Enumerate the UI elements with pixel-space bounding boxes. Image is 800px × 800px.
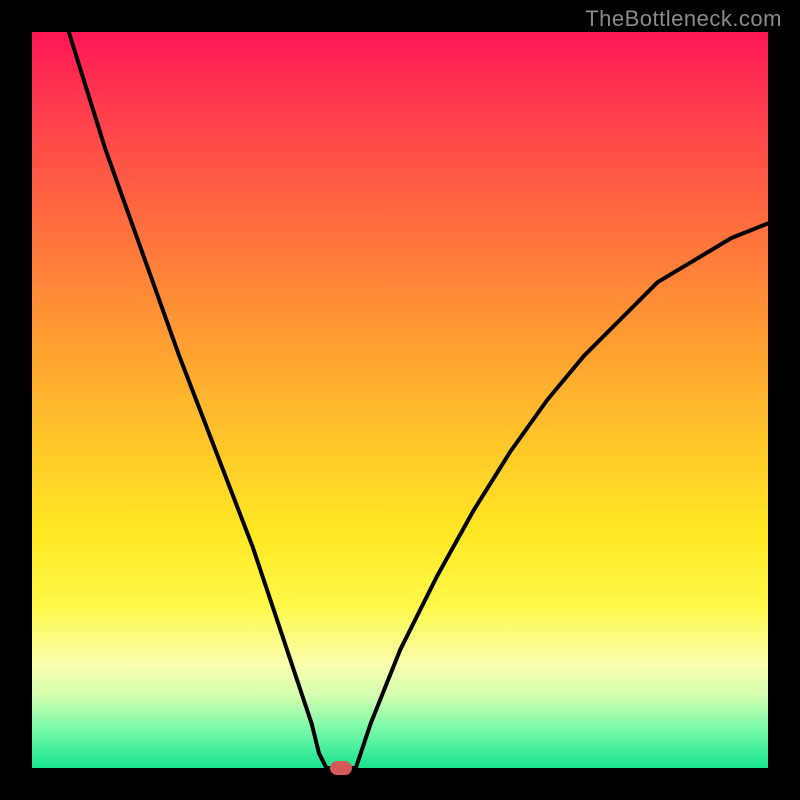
chart-frame: TheBottleneck.com bbox=[0, 0, 800, 800]
curve-path bbox=[69, 32, 768, 768]
minimum-marker bbox=[330, 761, 352, 775]
plot-area bbox=[32, 32, 768, 768]
bottleneck-curve bbox=[32, 32, 768, 768]
watermark-text: TheBottleneck.com bbox=[585, 6, 782, 32]
